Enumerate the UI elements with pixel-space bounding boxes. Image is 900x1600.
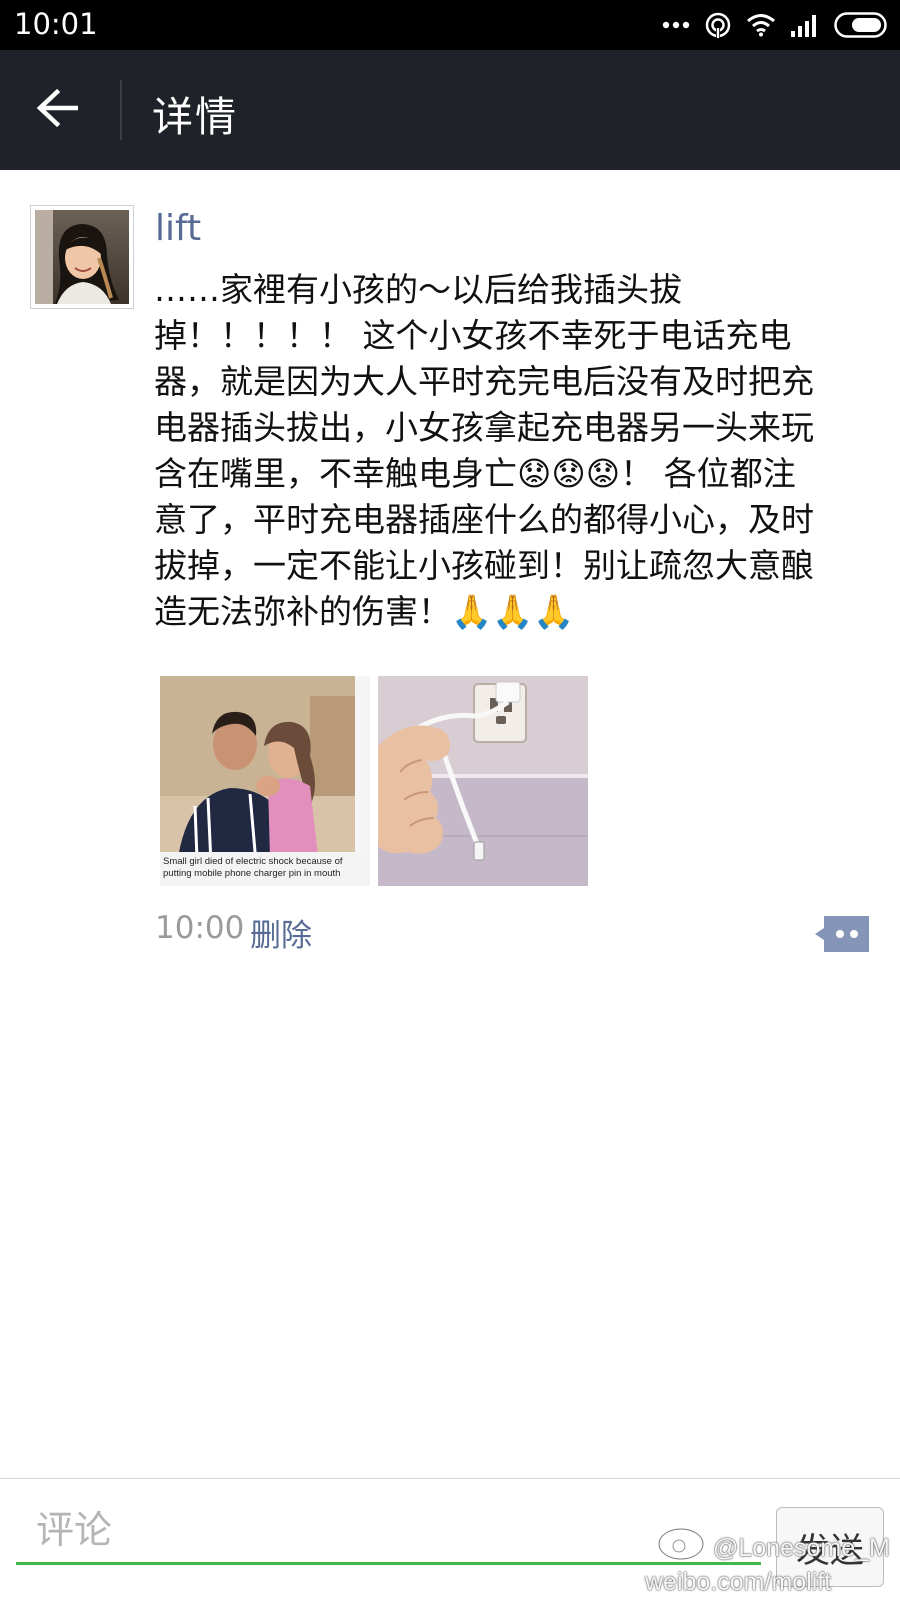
back-arrow-icon [35, 88, 81, 132]
photo-father-daughter[interactable]: Small girl died of electric shock becaus… [160, 676, 370, 886]
post-time: 10:00 [155, 910, 245, 946]
comment-bubble-icon [814, 915, 870, 953]
header-divider [120, 80, 122, 140]
app-bar: 详情 [0, 50, 900, 170]
post-text: ……家裡有小孩的～以后给我插头拔 掉！！！！！ 这个小女孩不幸死于电话充电 器，… [154, 270, 814, 631]
comment-button[interactable] [814, 915, 870, 953]
comment-bar: 发送 [0, 1478, 900, 1600]
status-time: 10:01 [14, 7, 98, 41]
back-button[interactable] [28, 80, 88, 140]
send-button[interactable]: 发送 [776, 1507, 884, 1587]
author-name[interactable]: lift [155, 208, 201, 249]
status-bar: 10:01 [0, 0, 900, 50]
signal-icon [790, 13, 820, 37]
battery-icon [834, 12, 890, 38]
wifi-icon [746, 13, 776, 37]
moments-detail-screen: 10:01 详情 lift ……家裡有小孩的～以后给我插头拔 掉！！！！！ 这个… [0, 0, 900, 1600]
photo-caption: Small girl died of electric shock becaus… [160, 852, 370, 886]
avatar[interactable] [30, 205, 134, 309]
photo-charger-cable[interactable] [378, 676, 588, 886]
comment-input[interactable] [16, 1497, 761, 1565]
delete-link[interactable]: 删除 [250, 910, 312, 955]
hotspot-icon [704, 11, 732, 39]
page-title: 详情 [152, 93, 238, 141]
more-dots-icon [662, 20, 690, 30]
status-icons [662, 8, 890, 42]
